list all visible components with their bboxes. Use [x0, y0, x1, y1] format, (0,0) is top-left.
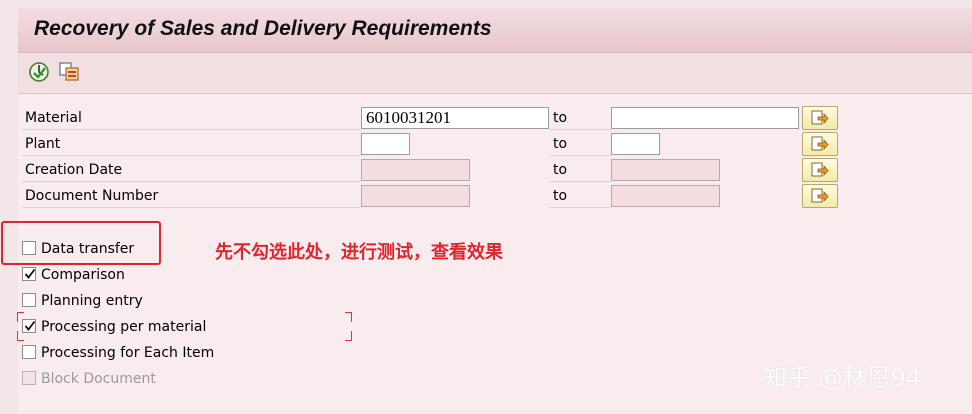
checkmark-icon [24, 268, 36, 279]
creation-date-multiple-selection-button[interactable] [802, 158, 838, 182]
material-row: Material 6010031201 to [22, 106, 842, 133]
material-from-input[interactable]: 6010031201 [361, 107, 549, 129]
focus-corner [345, 331, 352, 341]
plant-to-label: to [550, 133, 611, 156]
document-number-row: Document Number to [22, 184, 842, 211]
watermark: 知乎 @林恩94 [763, 364, 922, 392]
material-multiple-selection-button[interactable] [802, 106, 838, 130]
document-number-label: Document Number [22, 185, 361, 208]
block-document-checkbox [22, 371, 36, 385]
multiple-selection-icon [811, 188, 829, 203]
focus-corner [17, 312, 24, 322]
execute-icon[interactable] [28, 61, 50, 83]
processing-per-material-label: Processing per material [41, 319, 207, 335]
document-number-to-input[interactable] [611, 185, 720, 207]
title-bar: Recovery of Sales and Delivery Requireme… [18, 8, 972, 53]
focus-corner [17, 331, 24, 341]
multiple-selection-icon [811, 162, 829, 177]
annotation-highlight-box [1, 221, 161, 265]
annotation-text: 先不勾选此处，进行测试，查看效果 [215, 242, 503, 263]
toolbar [18, 53, 972, 94]
plant-from-input[interactable] [361, 133, 410, 155]
planning-entry-checkbox[interactable] [22, 293, 36, 307]
processing-each-item-checkbox[interactable] [22, 345, 36, 359]
plant-row: Plant to [22, 132, 842, 159]
plant-multiple-selection-button[interactable] [802, 132, 838, 156]
document-number-to-label: to [550, 185, 611, 208]
document-number-multiple-selection-button[interactable] [802, 184, 838, 208]
comparison-label: Comparison [41, 267, 125, 283]
plant-label: Plant [22, 133, 361, 156]
processing-each-item-label: Processing for Each Item [41, 345, 215, 361]
document-number-from-input[interactable] [361, 185, 470, 207]
page-title: Recovery of Sales and Delivery Requireme… [34, 17, 492, 40]
multiple-selection-icon [811, 110, 829, 125]
planning-entry-label: Planning entry [41, 293, 143, 309]
comparison-checkbox[interactable] [22, 267, 36, 281]
material-to-label: to [550, 107, 611, 130]
creation-date-label: Creation Date [22, 159, 361, 182]
creation-date-to-label: to [550, 159, 611, 182]
material-label: Material [22, 107, 361, 130]
creation-date-to-input[interactable] [611, 159, 720, 181]
checkmark-icon [24, 320, 36, 331]
block-document-label: Block Document [41, 371, 156, 387]
creation-date-row: Creation Date to [22, 158, 842, 185]
copy-variant-icon[interactable] [58, 61, 80, 83]
material-to-input[interactable] [611, 107, 799, 129]
processing-per-material-checkbox[interactable] [22, 319, 36, 333]
multiple-selection-icon [811, 136, 829, 151]
creation-date-from-input[interactable] [361, 159, 470, 181]
focus-corner [345, 312, 352, 322]
plant-to-input[interactable] [611, 133, 660, 155]
